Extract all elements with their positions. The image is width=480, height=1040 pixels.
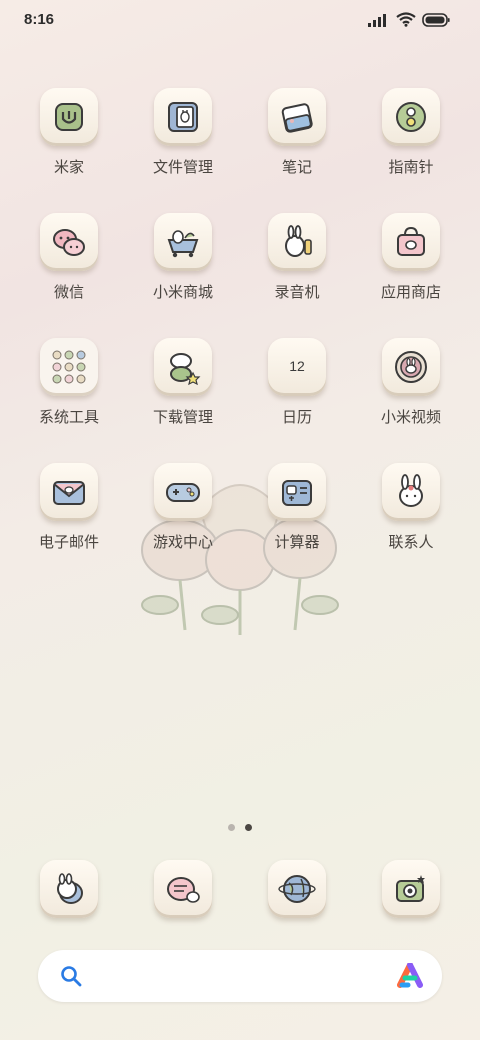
app-tile[interactable] xyxy=(382,463,440,521)
phone-bunny-icon xyxy=(57,873,83,904)
search-icon[interactable] xyxy=(60,965,82,987)
app-label: 小米商城 xyxy=(152,283,213,301)
app-tile[interactable] xyxy=(382,338,440,396)
app-tile[interactable]: 12 xyxy=(268,338,326,396)
app-tile[interactable] xyxy=(382,88,440,146)
app-label: 小米视频 xyxy=(380,408,441,426)
mi-store-icon xyxy=(167,230,199,258)
app-tile[interactable] xyxy=(154,88,212,146)
app-recorder[interactable]: 录音机 xyxy=(245,213,349,302)
app-tile[interactable] xyxy=(268,213,326,271)
compass-icon xyxy=(396,102,426,132)
app-downloads[interactable]: 下载管理 xyxy=(131,338,235,427)
app-tile[interactable] xyxy=(40,88,98,146)
folder-system-tools[interactable]: 系统工具 xyxy=(17,338,121,427)
mi-video-icon xyxy=(395,351,427,383)
recorder-icon xyxy=(285,225,312,257)
app-tile[interactable] xyxy=(268,860,326,918)
app-tile[interactable] xyxy=(268,463,326,521)
wifi-icon xyxy=(396,12,416,27)
app-tile[interactable] xyxy=(154,213,212,271)
notes-icon xyxy=(281,103,313,133)
app-label: 日历 xyxy=(281,408,312,426)
app-label: 笔记 xyxy=(281,158,312,176)
dock-browser[interactable] xyxy=(245,860,349,918)
app-label: 微信 xyxy=(53,283,84,301)
app-store-icon xyxy=(397,226,425,256)
page-dot[interactable] xyxy=(228,824,235,831)
status-icons xyxy=(368,12,450,27)
app-tile[interactable] xyxy=(40,463,98,521)
page-dot-active[interactable] xyxy=(245,824,252,831)
app-mi-video[interactable]: 小米视频 xyxy=(359,338,463,427)
app-calculator[interactable]: 计算器 xyxy=(245,463,349,552)
app-tile[interactable] xyxy=(40,860,98,918)
app-label: 指南针 xyxy=(388,158,434,176)
messages-bunny-icon xyxy=(167,877,200,903)
app-file-manager[interactable]: 文件管理 xyxy=(131,88,235,177)
app-tile[interactable] xyxy=(268,88,326,146)
browser-globe-icon xyxy=(278,875,316,903)
app-app-store[interactable]: 应用商店 xyxy=(359,213,463,302)
contacts-icon xyxy=(399,474,423,507)
app-compass[interactable]: 指南针 xyxy=(359,88,463,177)
app-mijia[interactable]: 米家 xyxy=(17,88,121,177)
app-tile[interactable] xyxy=(154,463,212,521)
app-notes[interactable]: 笔记 xyxy=(245,88,349,177)
app-label: 下载管理 xyxy=(152,408,213,426)
app-label: 计算器 xyxy=(274,533,320,551)
folder-tile[interactable] xyxy=(40,338,98,396)
game-center-icon xyxy=(166,483,200,502)
app-label: 系统工具 xyxy=(38,408,99,426)
app-tile[interactable] xyxy=(382,860,440,918)
calculator-icon xyxy=(282,480,312,506)
wechat-icon xyxy=(53,229,85,256)
status-time: 8:16 xyxy=(24,11,55,28)
app-mi-store[interactable]: 小米商城 xyxy=(131,213,235,302)
app-label: 游戏中心 xyxy=(152,533,213,551)
app-game-center[interactable]: 游戏中心 xyxy=(131,463,235,552)
downloads-icon xyxy=(170,353,201,386)
signal-icon xyxy=(368,13,386,27)
app-tile[interactable] xyxy=(154,860,212,918)
app-label: 电子邮件 xyxy=(38,533,99,551)
search-input[interactable] xyxy=(108,962,392,992)
search-bar[interactable] xyxy=(38,950,442,1002)
mijia-icon xyxy=(55,103,83,131)
app-label: 应用商店 xyxy=(380,283,441,301)
app-label: 米家 xyxy=(53,158,84,176)
app-calendar[interactable]: 12 日历 xyxy=(245,338,349,427)
dock-messages[interactable] xyxy=(131,860,235,918)
page-indicator[interactable] xyxy=(0,824,480,831)
battery-icon xyxy=(422,12,450,27)
dock-camera[interactable] xyxy=(359,860,463,918)
file-manager-icon xyxy=(168,102,198,132)
app-wechat[interactable]: 微信 xyxy=(17,213,121,302)
app-contacts[interactable]: 联系人 xyxy=(359,463,463,552)
app-label: 联系人 xyxy=(388,533,434,551)
app-tile[interactable] xyxy=(40,213,98,271)
app-label: 录音机 xyxy=(274,283,320,301)
assistant-logo-icon[interactable] xyxy=(396,963,424,989)
app-label: 文件管理 xyxy=(152,158,213,176)
system-tools-folder-icon xyxy=(52,350,86,384)
app-email[interactable]: 电子邮件 xyxy=(17,463,121,552)
app-tile[interactable] xyxy=(154,338,212,396)
calendar-date: 12 xyxy=(289,358,305,374)
dock-phone[interactable] xyxy=(17,860,121,918)
status-bar: 8:16 xyxy=(0,0,480,40)
camera-icon xyxy=(396,875,425,902)
app-tile[interactable] xyxy=(382,213,440,271)
email-icon xyxy=(53,481,85,505)
